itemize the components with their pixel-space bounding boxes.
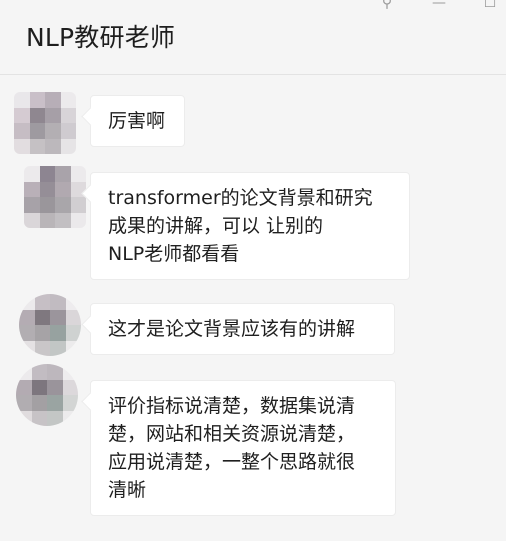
message-text-line: 清晰 <box>108 479 147 501</box>
avatar[interactable] <box>14 92 76 154</box>
message-bubble[interactable]: 厉害啊 <box>90 95 185 147</box>
title-bar: NLP教研老师 ⚲ — ☐ <box>0 0 506 75</box>
message-bubble[interactable]: 这才是论文背景应该有的讲解 <box>90 303 395 355</box>
message-text-line: NLP老师都看看 <box>108 243 240 265</box>
message-text-line: 楚，网站和相关资源说清楚， <box>108 423 356 445</box>
message-bubble[interactable]: 评价指标说清楚，数据集说清 楚，网站和相关资源说清楚， 应用说清楚，一整个思路就… <box>90 380 396 516</box>
chat-window: NLP教研老师 ⚲ — ☐ 厉害啊 transformer的论文背景和研究 成果… <box>0 0 506 541</box>
message-text: 厉害啊 <box>108 110 166 132</box>
message-bubble[interactable]: transformer的论文背景和研究 成果的讲解，可以 让别的 NLP老师都看… <box>90 172 410 280</box>
avatar[interactable] <box>24 166 86 228</box>
message-text: 这才是论文背景应该有的讲解 <box>108 318 356 340</box>
avatar[interactable] <box>16 364 78 426</box>
message-text-line: 应用说清楚，一整个思路就很 <box>108 451 356 473</box>
message-text-line: 评价指标说清楚，数据集说清 <box>108 395 356 417</box>
chat-title: NLP教研老师 <box>26 23 176 52</box>
message-text-line: transformer的论文背景和研究 <box>108 187 373 209</box>
message-text-line: 成果的讲解，可以 让别的 <box>108 215 324 237</box>
minimize-icon[interactable]: — <box>430 0 448 12</box>
avatar[interactable] <box>19 294 81 356</box>
pin-icon[interactable]: ⚲ <box>378 0 396 12</box>
maximize-icon[interactable]: ☐ <box>481 0 499 12</box>
